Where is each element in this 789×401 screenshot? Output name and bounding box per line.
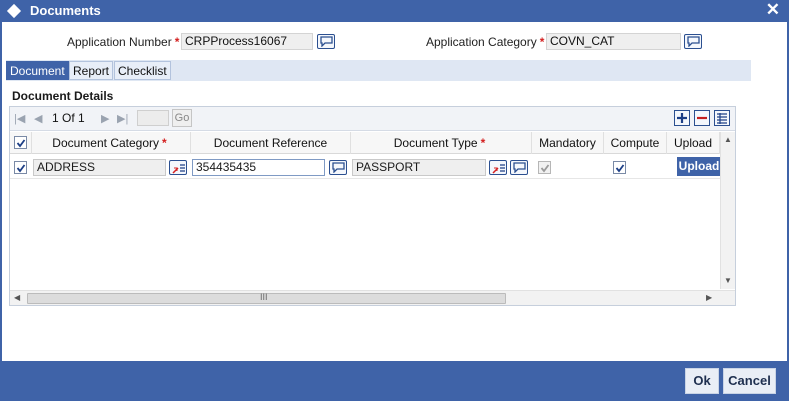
checkmark-icon — [16, 139, 26, 148]
document-type-input[interactable]: PASSPORT — [352, 159, 486, 176]
application-category-field[interactable]: COVN_CAT — [546, 33, 681, 50]
grid-header-row: Document Category * Document Reference Do… — [10, 132, 720, 154]
cancel-button[interactable]: Cancel — [723, 368, 776, 394]
select-all-checkbox[interactable] — [14, 136, 27, 149]
required-marker: * — [480, 136, 486, 150]
lookup-list-icon — [172, 164, 185, 174]
page-number-input[interactable] — [137, 110, 169, 126]
checkmark-icon — [16, 164, 26, 173]
column-header-label: Document Reference — [213, 136, 328, 150]
application-number-label-text: Application Number — [67, 35, 172, 49]
speech-bubble-icon — [513, 162, 526, 173]
delete-row-button[interactable] — [694, 110, 710, 126]
window-title: Documents — [30, 3, 101, 18]
section-title: Document Details — [12, 89, 114, 103]
column-header-mandatory[interactable]: Mandatory — [532, 132, 604, 154]
column-header-label: Document Type — [393, 136, 478, 150]
checkmark-icon — [540, 164, 550, 173]
document-type-detail-button[interactable] — [510, 160, 528, 175]
speech-bubble-icon — [320, 36, 333, 47]
next-page-icon[interactable]: ▶ — [101, 112, 109, 125]
application-category-lov-button[interactable] — [684, 34, 702, 49]
required-marker: * — [162, 136, 167, 150]
document-category-input[interactable]: ADDRESS — [33, 159, 166, 176]
first-page-icon[interactable]: |◀ — [14, 112, 25, 125]
column-header-document-type[interactable]: Document Type * — [351, 132, 532, 154]
tab-checklist[interactable]: Checklist — [114, 61, 171, 80]
lookup-list-icon — [492, 164, 505, 174]
column-header-upload[interactable]: Upload — [667, 132, 720, 154]
vertical-scrollbar[interactable]: ▲ ▼ — [720, 132, 735, 289]
column-header-document-reference[interactable]: Document Reference — [191, 132, 351, 154]
grid-toolbar: |◀ ◀ 1 Of 1 ▶ ▶| Go — [10, 107, 735, 131]
application-number-field[interactable]: CRPProcess16067 — [181, 33, 313, 50]
row-select-checkbox[interactable] — [14, 161, 27, 174]
title-bar: Documents ✕ — [0, 0, 789, 22]
table-row: ADDRESS 354435435 PASSPORT Upload — [10, 155, 721, 179]
horizontal-scrollbar[interactable]: ◀ III ▶ — [10, 290, 735, 305]
scroll-left-icon[interactable]: ◀ — [14, 293, 20, 302]
application-number-lov-button[interactable] — [317, 34, 335, 49]
ok-button[interactable]: Ok — [685, 368, 719, 394]
select-all-cell — [10, 132, 32, 154]
upload-button[interactable]: Upload — [677, 157, 721, 176]
document-type-lov-button[interactable] — [489, 160, 507, 175]
column-header-compute[interactable]: Compute — [604, 132, 667, 154]
list-icon — [717, 113, 727, 124]
mandatory-checkbox — [538, 161, 551, 174]
tab-document[interactable]: Document — [6, 61, 69, 80]
column-header-document-category[interactable]: Document Category * — [32, 132, 191, 154]
application-category-label-text: Application Category — [426, 35, 537, 49]
required-marker: * — [539, 35, 545, 49]
scroll-grip: III — [260, 292, 268, 302]
required-marker: * — [174, 35, 180, 49]
window-diamond-icon — [6, 3, 22, 19]
horizontal-scroll-thumb[interactable]: III — [27, 292, 506, 304]
speech-bubble-icon — [687, 36, 700, 47]
tab-report[interactable]: Report — [69, 61, 114, 80]
document-category-lov-button[interactable] — [169, 160, 187, 175]
go-button[interactable]: Go — [172, 109, 192, 127]
close-icon[interactable]: ✕ — [766, 0, 780, 20]
column-header-label: Document Category — [52, 136, 160, 150]
application-number-label: Application Number * — [67, 35, 182, 49]
minus-icon — [697, 116, 707, 120]
dialog-footer: Ok Cancel — [0, 361, 789, 401]
scroll-up-icon[interactable]: ▲ — [724, 135, 732, 144]
view-rows-button[interactable] — [714, 110, 730, 126]
scroll-down-icon[interactable]: ▼ — [724, 276, 732, 285]
plus-icon — [677, 113, 687, 123]
prev-page-icon[interactable]: ◀ — [34, 112, 42, 125]
speech-bubble-icon — [332, 162, 345, 173]
compute-checkbox[interactable] — [613, 161, 626, 174]
document-grid: |◀ ◀ 1 Of 1 ▶ ▶| Go Document Category * D… — [9, 106, 736, 306]
tab-strip: Document Report Checklist — [6, 60, 751, 81]
add-row-button[interactable] — [674, 110, 690, 126]
checkmark-icon — [615, 164, 625, 173]
document-reference-input[interactable]: 354435435 — [192, 159, 325, 176]
document-reference-lov-button[interactable] — [329, 160, 347, 175]
scroll-right-icon[interactable]: ▶ — [706, 293, 712, 302]
last-page-icon[interactable]: ▶| — [117, 112, 128, 125]
application-category-label: Application Category * — [426, 35, 547, 49]
page-indicator: 1 Of 1 — [52, 111, 85, 125]
